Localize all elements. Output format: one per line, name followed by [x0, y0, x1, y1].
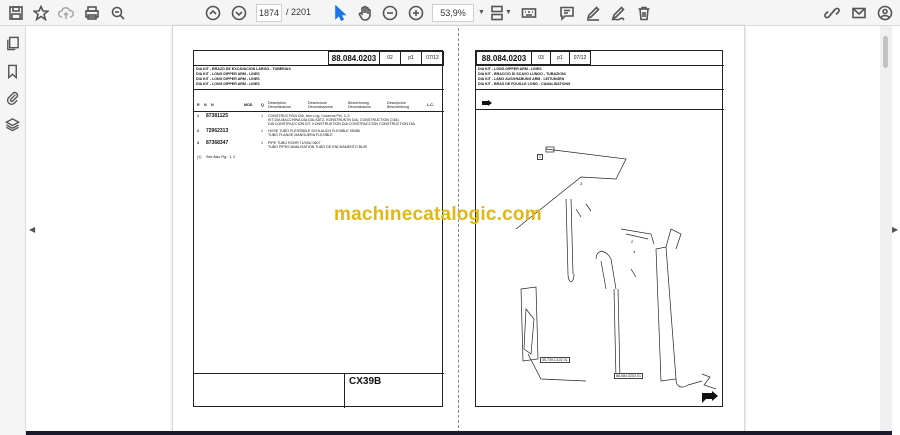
keyboard-icon[interactable] — [520, 4, 538, 22]
previous-page-icon[interactable] — [204, 4, 222, 22]
col-q: Q — [261, 103, 264, 107]
right-title-en: DIA KIT - LONG DIPPER ARM - LINES — [478, 67, 542, 71]
row-3-desc-2: TUBO PIPE/CANALISATION TUBO DE ENCHAMENT… — [268, 145, 368, 149]
machine-model: CX39B — [349, 376, 382, 387]
vertical-scroll-thumb[interactable] — [883, 36, 888, 68]
divider — [194, 111, 444, 112]
left-sheet-page: p1 — [400, 51, 422, 65]
copy-pages-icon[interactable] — [5, 36, 21, 52]
row-2-part: 72962313 — [206, 128, 229, 134]
left-title-es: DIA KIT - BRAZO DE EXCAVACION LARGO - TU… — [196, 67, 291, 71]
page-layout-icon[interactable] — [488, 4, 506, 22]
right-title-fr: DIA KIT - BRAS DE FOUILLE LONG - CANALIS… — [478, 82, 571, 86]
row-1-qty: 1 — [261, 114, 263, 118]
left-title-en-3: DIA KIT - LONG DIPPER ARM - LINES — [196, 82, 260, 86]
hand-tool-icon[interactable] — [356, 4, 374, 22]
pen-draw-icon[interactable] — [584, 4, 602, 22]
row-3-part: 87368347 — [206, 140, 229, 146]
pdf-page: 88.084.0203 02 p1 07/12 DIA KIT - BRAZO … — [172, 26, 745, 435]
vertical-scrollbar[interactable] — [880, 26, 892, 432]
delete-trash-icon[interactable] — [635, 4, 653, 22]
col-n2: N — [211, 103, 214, 107]
right-sheet: 88.084.0203 03 p1 07/12 DIA KIT - LONG D… — [475, 50, 724, 407]
arrow-marker-icon — [482, 93, 492, 106]
right-sheet-code: 88.084.0203 — [476, 51, 532, 65]
callout-part-3: 3 — [580, 181, 583, 186]
left-title-en-2: DIA KIT - LONG DIPPER ARM - LINES — [196, 77, 260, 81]
main-toolbar: 1874 / 2201 53,9% ▼ ▼ — [0, 0, 900, 26]
collapse-right-chevron-icon[interactable]: ▶ — [892, 225, 898, 234]
callout-part-2: 2 — [631, 239, 634, 244]
bottom-bar — [26, 431, 892, 435]
upload-cloud-icon[interactable] — [57, 4, 75, 22]
row-1-ref: 1 — [197, 114, 199, 118]
row-1-desc-3: DIA CONSTRUCCION KIT, KONSTRUKTION DIA C… — [268, 122, 415, 126]
page-total: / 2201 — [286, 7, 312, 17]
see-also-footnote: See Also Fig.: 1, 2 — [206, 155, 236, 159]
collapse-left-chevron-icon[interactable]: ◀ — [29, 225, 35, 234]
account-icon[interactable] — [876, 4, 894, 22]
page-fold-line — [458, 28, 459, 433]
zoom-in-icon[interactable] — [407, 4, 425, 22]
sign-icon[interactable] — [609, 4, 627, 22]
row-1-part: 87381125 — [206, 113, 228, 119]
comment-icon[interactable] — [558, 4, 576, 22]
select-cursor-icon[interactable] — [331, 4, 349, 22]
col-descrizione: Descrizione Denominazione — [308, 101, 333, 110]
save-icon[interactable] — [7, 4, 25, 22]
divider — [476, 65, 724, 66]
row-3-qty: 1 — [261, 141, 263, 145]
col-r: R — [197, 103, 200, 107]
page-number-input[interactable]: 1874 — [256, 4, 282, 22]
next-page-arrow-icon — [702, 390, 718, 403]
model-box-divider — [344, 373, 345, 408]
left-title-en-1: DIA KIT - LONG DIPPER ARM - LINES — [196, 72, 260, 76]
col-description: Description Denominacion — [268, 101, 291, 110]
row-2-desc-2: TUBO FLANGE MANGUERA FLEXIBLE — [268, 133, 333, 137]
bookmark-star-icon[interactable] — [32, 4, 50, 22]
layout-dropdown-chevron-icon[interactable]: ▼ — [505, 9, 512, 16]
left-sheet: 88.084.0203 02 p1 07/12 DIA KIT - BRAZO … — [193, 50, 444, 408]
col-mod: MOD — [244, 103, 253, 107]
bookmark-icon[interactable] — [5, 64, 21, 80]
row-3-ref: 3 — [197, 141, 199, 145]
watermark-text: machinecatalogic.com — [334, 204, 542, 225]
col-lc: L.C. — [427, 103, 434, 107]
ref-callout-b: 88.084.0203 01 — [614, 373, 643, 379]
right-title-it: DIA KIT - BRACCIO DI SCAVO LUNGO - TUBAZ… — [478, 72, 566, 76]
mail-icon[interactable] — [850, 4, 868, 22]
side-panel — [0, 26, 26, 435]
next-page-icon[interactable] — [230, 4, 248, 22]
zoom-dropdown-chevron-icon[interactable]: ▼ — [478, 9, 485, 16]
col-descripcion: Descripción Beschreibung — [387, 101, 409, 110]
row-2-ref: 2 — [197, 129, 199, 133]
divider — [194, 89, 444, 90]
divider — [194, 373, 444, 374]
col-n1: N — [204, 103, 207, 107]
attachment-icon[interactable] — [5, 90, 21, 106]
left-sheet-number: 02 — [379, 51, 401, 65]
divider — [476, 89, 724, 90]
zoom-level-input[interactable]: 53,9% — [432, 4, 474, 22]
left-sheet-date: 07/12 — [421, 51, 444, 65]
right-sheet-number: 03 — [531, 51, 551, 65]
zoom-search-icon[interactable] — [109, 4, 127, 22]
print-icon[interactable] — [83, 4, 101, 22]
ref-callout-a: 35.739.C102 01 — [540, 357, 570, 363]
right-title-de: DIA KIT - LANG AUSGRABUNG ARM - LEITUNGE… — [478, 77, 565, 81]
exploded-view-diagram — [515, 146, 717, 389]
divider — [194, 65, 444, 66]
callout-part-4: 4 — [633, 249, 636, 254]
note-ref: (1) — [197, 155, 202, 159]
row-2-qty: 1 — [261, 129, 263, 133]
left-sheet-code: 88.084.0203 — [328, 51, 380, 65]
right-sheet-page: p1 — [550, 51, 570, 65]
layers-icon[interactable] — [4, 117, 21, 133]
callout-part-1: 1 — [537, 154, 543, 160]
zoom-out-icon[interactable] — [381, 4, 399, 22]
share-link-icon[interactable] — [823, 4, 841, 22]
right-sheet-date: 07/12 — [569, 51, 591, 65]
col-bezeichnung: Bezeichnung Denominación — [348, 101, 371, 110]
